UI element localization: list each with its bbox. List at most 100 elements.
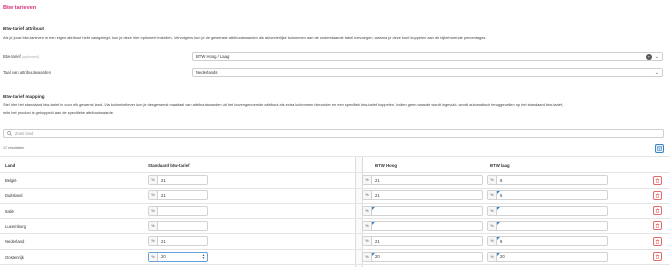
- country-search-input[interactable]: Zoek land: [3, 129, 664, 138]
- delete-row-button[interactable]: [653, 175, 662, 185]
- attribute-select[interactable]: BTW Hoog / Laag × ⌄: [192, 52, 663, 61]
- override-marker-icon: [497, 221, 500, 225]
- override-marker-icon: [497, 191, 500, 195]
- percent-addon: %: [149, 237, 158, 246]
- default-rate-input[interactable]: %: [148, 205, 208, 216]
- percent-addon: %: [149, 252, 158, 261]
- percent-addon: %: [363, 252, 372, 261]
- trash-icon: [655, 177, 660, 183]
- table-header-border: [0, 172, 670, 173]
- percent-addon: %: [363, 221, 372, 230]
- delete-row-button[interactable]: [653, 221, 662, 231]
- language-label: Taal van attribuutwaarden: [3, 70, 51, 75]
- percent-addon: %: [488, 237, 497, 246]
- percent-addon: %: [149, 206, 158, 215]
- btw-laag-input[interactable]: %: [487, 205, 608, 216]
- column-divider-left: [355, 157, 356, 267]
- row-country: België: [5, 178, 17, 183]
- row-divider: [0, 264, 670, 265]
- percent-addon: %: [488, 252, 497, 261]
- percent-addon: %: [488, 206, 497, 215]
- override-marker-icon: [372, 252, 375, 256]
- chevron-down-icon: ⌄: [654, 69, 659, 76]
- btw-laag-value: 6: [500, 177, 503, 183]
- btw-laag-input[interactable]: % 20: [487, 251, 608, 262]
- btw-laag-input[interactable]: % 9: [487, 236, 608, 247]
- btw-hoog-input[interactable]: %: [362, 220, 483, 231]
- btw-hoog-input[interactable]: % 21: [362, 236, 483, 247]
- row-divider: [0, 248, 670, 250]
- mapping-section-heading: Btw-tarief mapping: [3, 94, 45, 99]
- add-column-button[interactable]: [655, 144, 664, 153]
- row-divider: [0, 218, 670, 220]
- default-rate-input[interactable]: %: [148, 220, 208, 231]
- attribute-label-hint: (optioneel): [21, 55, 39, 59]
- default-rate-input[interactable]: % 21: [148, 236, 208, 247]
- btw-hoog-value: 21: [375, 177, 380, 183]
- percent-addon: %: [149, 176, 158, 184]
- default-rate-input[interactable]: % 21: [148, 190, 208, 201]
- header-btw-hoog: BTW Hoog: [375, 163, 397, 168]
- search-icon: [7, 131, 12, 136]
- percent-addon: %: [149, 221, 158, 230]
- trash-icon: [655, 238, 660, 244]
- default-rate-value: 20: [161, 254, 166, 259]
- chevron-down-icon: ⌄: [654, 53, 659, 60]
- btw-hoog-input[interactable]: %: [362, 205, 483, 216]
- row-divider: [0, 233, 670, 235]
- percent-addon: %: [363, 237, 372, 246]
- btw-laag-input[interactable]: % 6: [487, 190, 608, 201]
- default-rate-value: 21: [161, 177, 166, 183]
- row-divider: [0, 187, 670, 189]
- attribute-label: Btw-tarief (optioneel): [3, 54, 39, 59]
- default-rate-value: 21: [161, 192, 166, 198]
- percent-addon: %: [363, 176, 372, 184]
- default-rate-input[interactable]: % 20 ▲ ▼: [148, 251, 208, 262]
- delete-row-button[interactable]: [653, 190, 662, 200]
- percent-addon: %: [363, 191, 372, 200]
- row-country: Italië: [5, 208, 14, 214]
- attribute-label-text: Btw-tarief: [3, 54, 21, 59]
- btw-hoog-value: 21: [375, 192, 380, 198]
- language-select-value: Nederlands: [196, 70, 218, 75]
- page-title: Btw tarieven: [3, 5, 37, 11]
- trash-icon: [655, 223, 660, 229]
- delete-row-button[interactable]: [653, 236, 662, 246]
- btw-hoog-input[interactable]: % 21: [362, 175, 483, 185]
- percent-addon: %: [149, 191, 158, 200]
- attribute-section-description: Als je jouw btw-tarieven in een eigen at…: [3, 35, 487, 40]
- override-marker-icon: [372, 206, 375, 210]
- row-country: Luxemburg: [5, 223, 26, 229]
- percent-addon: %: [488, 191, 497, 200]
- default-rate-input[interactable]: % 21: [148, 175, 208, 185]
- language-select[interactable]: Nederlands ⌄: [192, 68, 663, 77]
- table-top-border: [0, 156, 670, 157]
- mapping-description-line1: Stel hier het standaard btw-tarief in vo…: [3, 102, 564, 107]
- btw-laag-input[interactable]: %: [487, 220, 608, 231]
- trash-icon: [655, 208, 660, 213]
- delete-row-button[interactable]: [653, 206, 662, 216]
- override-marker-icon: [497, 206, 500, 210]
- attribute-select-value: BTW Hoog / Laag: [196, 54, 230, 59]
- search-placeholder: Zoek land: [15, 131, 34, 136]
- btw-hoog-input[interactable]: % 20: [362, 251, 483, 262]
- delete-row-button[interactable]: [653, 252, 662, 261]
- percent-addon: %: [488, 221, 497, 230]
- trash-icon: [655, 254, 660, 259]
- stepper-icon[interactable]: ▲ ▼: [202, 253, 205, 260]
- override-marker-icon: [372, 221, 375, 225]
- percent-addon: %: [488, 176, 497, 184]
- clear-icon[interactable]: ×: [645, 53, 652, 60]
- percent-addon: %: [363, 206, 372, 215]
- row-country: Duitsland: [5, 193, 23, 199]
- trash-icon: [655, 193, 660, 198]
- attribute-section-heading: Btw-tarief attribuut: [3, 26, 45, 31]
- btw-hoog-input[interactable]: % 21: [362, 190, 483, 201]
- btw-laag-input[interactable]: % 6: [487, 175, 608, 185]
- default-rate-value: 21: [161, 238, 166, 244]
- header-default-rate: Standaard btw-tarief: [148, 163, 190, 168]
- header-btw-laag: BTW laag: [490, 163, 510, 168]
- row-country: Nederland: [5, 239, 25, 245]
- header-country: Land: [5, 163, 16, 168]
- btw-hoog-value: 21: [375, 238, 380, 244]
